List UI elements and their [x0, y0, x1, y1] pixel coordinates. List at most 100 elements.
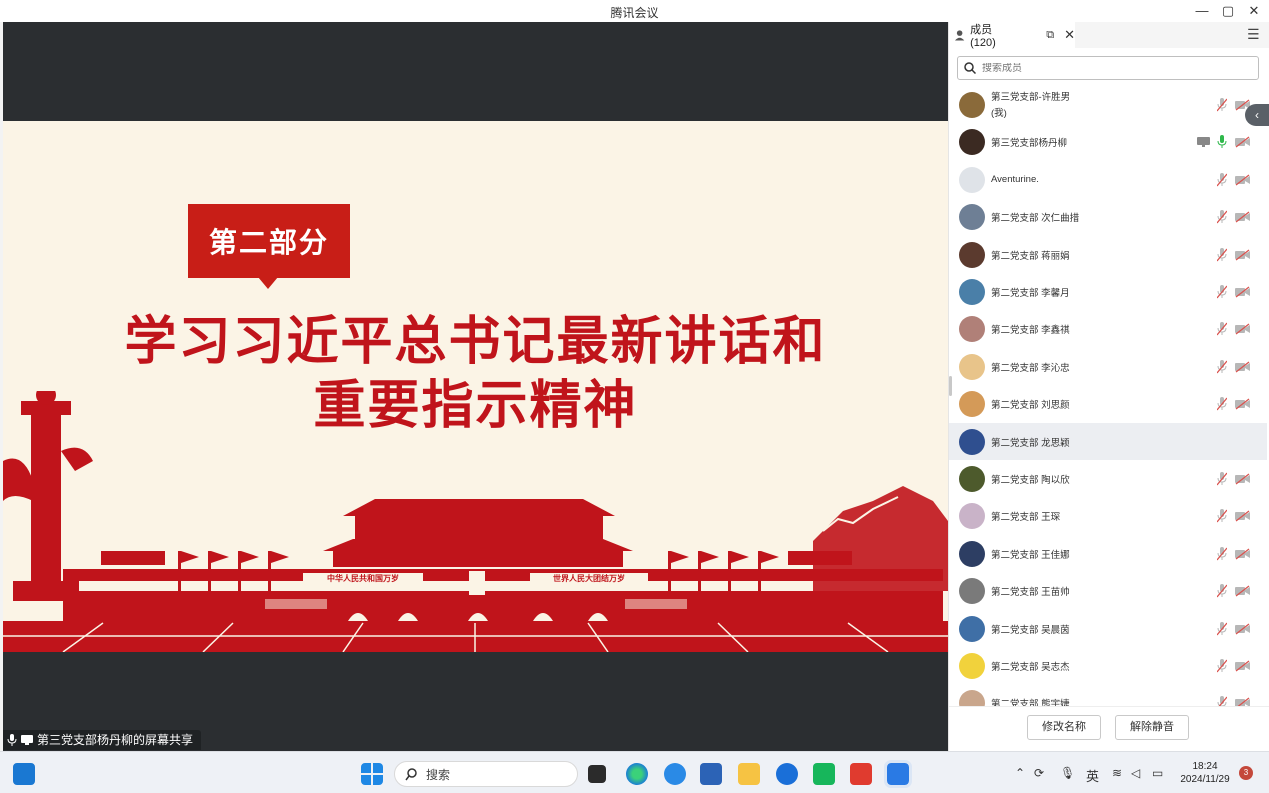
- member-row[interactable]: 第二党支部 刘思颜: [949, 385, 1267, 422]
- tencent-meeting-icon[interactable]: [884, 760, 912, 788]
- notification-badge[interactable]: 3: [1239, 766, 1253, 780]
- member-row[interactable]: 第二党支部 吴晨茵: [949, 610, 1267, 647]
- wifi-icon[interactable]: ≋: [1112, 766, 1122, 780]
- mic-on-icon[interactable]: [1217, 134, 1227, 149]
- volume-icon[interactable]: ◁: [1131, 766, 1140, 780]
- member-avatar: [959, 689, 985, 706]
- taskbar: 搜索 ⌃ ⟳ 🎙 英 ≋ ◁ ▭ 18:24 2024/11/29 3: [0, 751, 1269, 793]
- store-icon[interactable]: [700, 763, 722, 785]
- widgets-icon[interactable]: [13, 763, 35, 785]
- member-row[interactable]: 第二党支部 李馨月: [949, 273, 1267, 310]
- member-row[interactable]: 第二党支部 龙思颖: [949, 423, 1267, 460]
- mic-muted-icon[interactable]: [1217, 695, 1227, 707]
- member-row[interactable]: 第二党支部 次仁曲措: [949, 198, 1267, 235]
- tray-overflow-icon[interactable]: ⌃: [1015, 766, 1025, 780]
- browser-icon[interactable]: [776, 763, 798, 785]
- popout-icon[interactable]: ⧉: [1046, 29, 1054, 42]
- panel-tabs: 成员(120) ⧉ ✕ ☰: [949, 22, 1269, 49]
- member-name: 第二党支部 王琛: [991, 511, 1061, 523]
- member-row[interactable]: 第二党支部 蒋丽娟: [949, 236, 1267, 273]
- wechat-icon[interactable]: [813, 763, 835, 785]
- camera-off-icon[interactable]: [1235, 173, 1251, 186]
- member-row[interactable]: 第二党支部 吴志杰: [949, 647, 1267, 684]
- member-avatar: [959, 128, 985, 155]
- mic-muted-icon[interactable]: [1217, 172, 1227, 187]
- unmute-button[interactable]: 解除静音: [1115, 715, 1189, 740]
- wps-icon[interactable]: [850, 763, 872, 785]
- taskbar-search[interactable]: 搜索: [394, 761, 578, 787]
- member-row[interactable]: 第二党支部 王佳娜: [949, 535, 1267, 572]
- member-search[interactable]: [957, 56, 1259, 80]
- member-row[interactable]: (我) 第三党支部-许胜男: [949, 86, 1267, 123]
- task-view-icon[interactable]: [588, 765, 606, 783]
- panel-menu-icon[interactable]: ☰: [1247, 26, 1260, 43]
- member-name: 第二党支部 李沁忠: [991, 362, 1070, 374]
- member-search-input[interactable]: [982, 62, 1242, 74]
- member-avatar: [959, 390, 985, 417]
- member-row[interactable]: 第二党支部 王苗帅: [949, 572, 1267, 609]
- member-row[interactable]: 第二党支部 王琛: [949, 497, 1267, 534]
- camera-off-icon[interactable]: [1235, 696, 1251, 707]
- close-panel-icon[interactable]: ✕: [1064, 27, 1075, 43]
- mic-tray-icon[interactable]: 🎙: [1060, 766, 1075, 780]
- camera-off-icon[interactable]: [1235, 360, 1251, 373]
- clock-time: 18:24: [1192, 761, 1218, 772]
- member-avatar: [959, 652, 985, 679]
- sync-icon[interactable]: ⟳: [1034, 766, 1044, 780]
- camera-off-icon[interactable]: [1235, 397, 1251, 410]
- edge-icon[interactable]: [626, 763, 648, 785]
- mic-muted-icon[interactable]: [1217, 97, 1227, 112]
- camera-off-icon[interactable]: [1235, 135, 1251, 148]
- windows-start-icon[interactable]: [361, 763, 383, 785]
- camera-off-icon[interactable]: [1235, 622, 1251, 635]
- edge-legacy-icon[interactable]: [664, 763, 686, 785]
- mic-muted-icon[interactable]: [1217, 284, 1227, 299]
- mic-muted-icon[interactable]: [1217, 583, 1227, 598]
- minimize-button[interactable]: —: [1190, 1, 1214, 21]
- screen-share-icon: [21, 735, 33, 745]
- mic-muted-icon[interactable]: [1217, 508, 1227, 523]
- mic-muted-icon[interactable]: [1217, 621, 1227, 636]
- member-row[interactable]: 第三党支部杨丹柳: [949, 123, 1267, 160]
- mic-muted-icon[interactable]: [1217, 471, 1227, 486]
- mic-muted-icon[interactable]: [1217, 209, 1227, 224]
- member-avatar: [959, 540, 985, 567]
- screen-share-badge: 第三党支部杨丹柳的屏幕共享: [3, 730, 202, 750]
- member-name: 第二党支部 龙思颖: [991, 437, 1070, 449]
- rename-button[interactable]: 修改名称: [1027, 715, 1101, 740]
- camera-off-icon[interactable]: [1235, 659, 1251, 672]
- member-row[interactable]: 第二党支部 熊宇婕: [949, 684, 1267, 706]
- panel-resize-handle[interactable]: [949, 376, 952, 396]
- member-row[interactable]: Aventurine.: [949, 161, 1267, 198]
- camera-off-icon[interactable]: [1235, 322, 1251, 335]
- camera-off-icon[interactable]: [1235, 285, 1251, 298]
- title-bar: 腾讯会议 — ▢ ✕: [0, 0, 1269, 22]
- file-explorer-icon[interactable]: [738, 763, 760, 785]
- restore-button[interactable]: ▢: [1216, 1, 1240, 21]
- camera-off-icon[interactable]: [1235, 210, 1251, 223]
- taskbar-clock[interactable]: 18:24 2024/11/29: [1178, 760, 1232, 786]
- tab-members[interactable]: 成员(120) ⧉ ✕: [949, 22, 1075, 49]
- mic-muted-icon[interactable]: [1217, 658, 1227, 673]
- member-row[interactable]: 第二党支部 李沁忠: [949, 348, 1267, 385]
- mic-muted-icon[interactable]: [1217, 396, 1227, 411]
- mic-muted-icon[interactable]: [1217, 359, 1227, 374]
- mic-muted-icon[interactable]: [1217, 546, 1227, 561]
- member-row[interactable]: 第二党支部 陶以欣: [949, 460, 1267, 497]
- member-avatar: [959, 502, 985, 529]
- camera-off-icon[interactable]: [1235, 509, 1251, 522]
- member-row[interactable]: 第二党支部 李鑫祺: [949, 310, 1267, 347]
- tiananmen-illustration: 中华人民共和国万岁 世界人民大团结万岁: [3, 391, 948, 652]
- member-name: 第二党支部 王佳娜: [991, 549, 1070, 561]
- collapse-panel-button[interactable]: ‹: [1245, 104, 1269, 126]
- mic-muted-icon[interactable]: [1217, 247, 1227, 262]
- camera-off-icon[interactable]: [1235, 472, 1251, 485]
- close-button[interactable]: ✕: [1242, 1, 1266, 21]
- camera-off-icon[interactable]: [1235, 248, 1251, 261]
- battery-icon[interactable]: ▭: [1152, 766, 1163, 780]
- camera-off-icon[interactable]: [1235, 547, 1251, 560]
- mic-muted-icon[interactable]: [1217, 321, 1227, 336]
- ime-indicator[interactable]: 英: [1086, 766, 1099, 785]
- member-name: Aventurine.: [991, 174, 1039, 185]
- camera-off-icon[interactable]: [1235, 584, 1251, 597]
